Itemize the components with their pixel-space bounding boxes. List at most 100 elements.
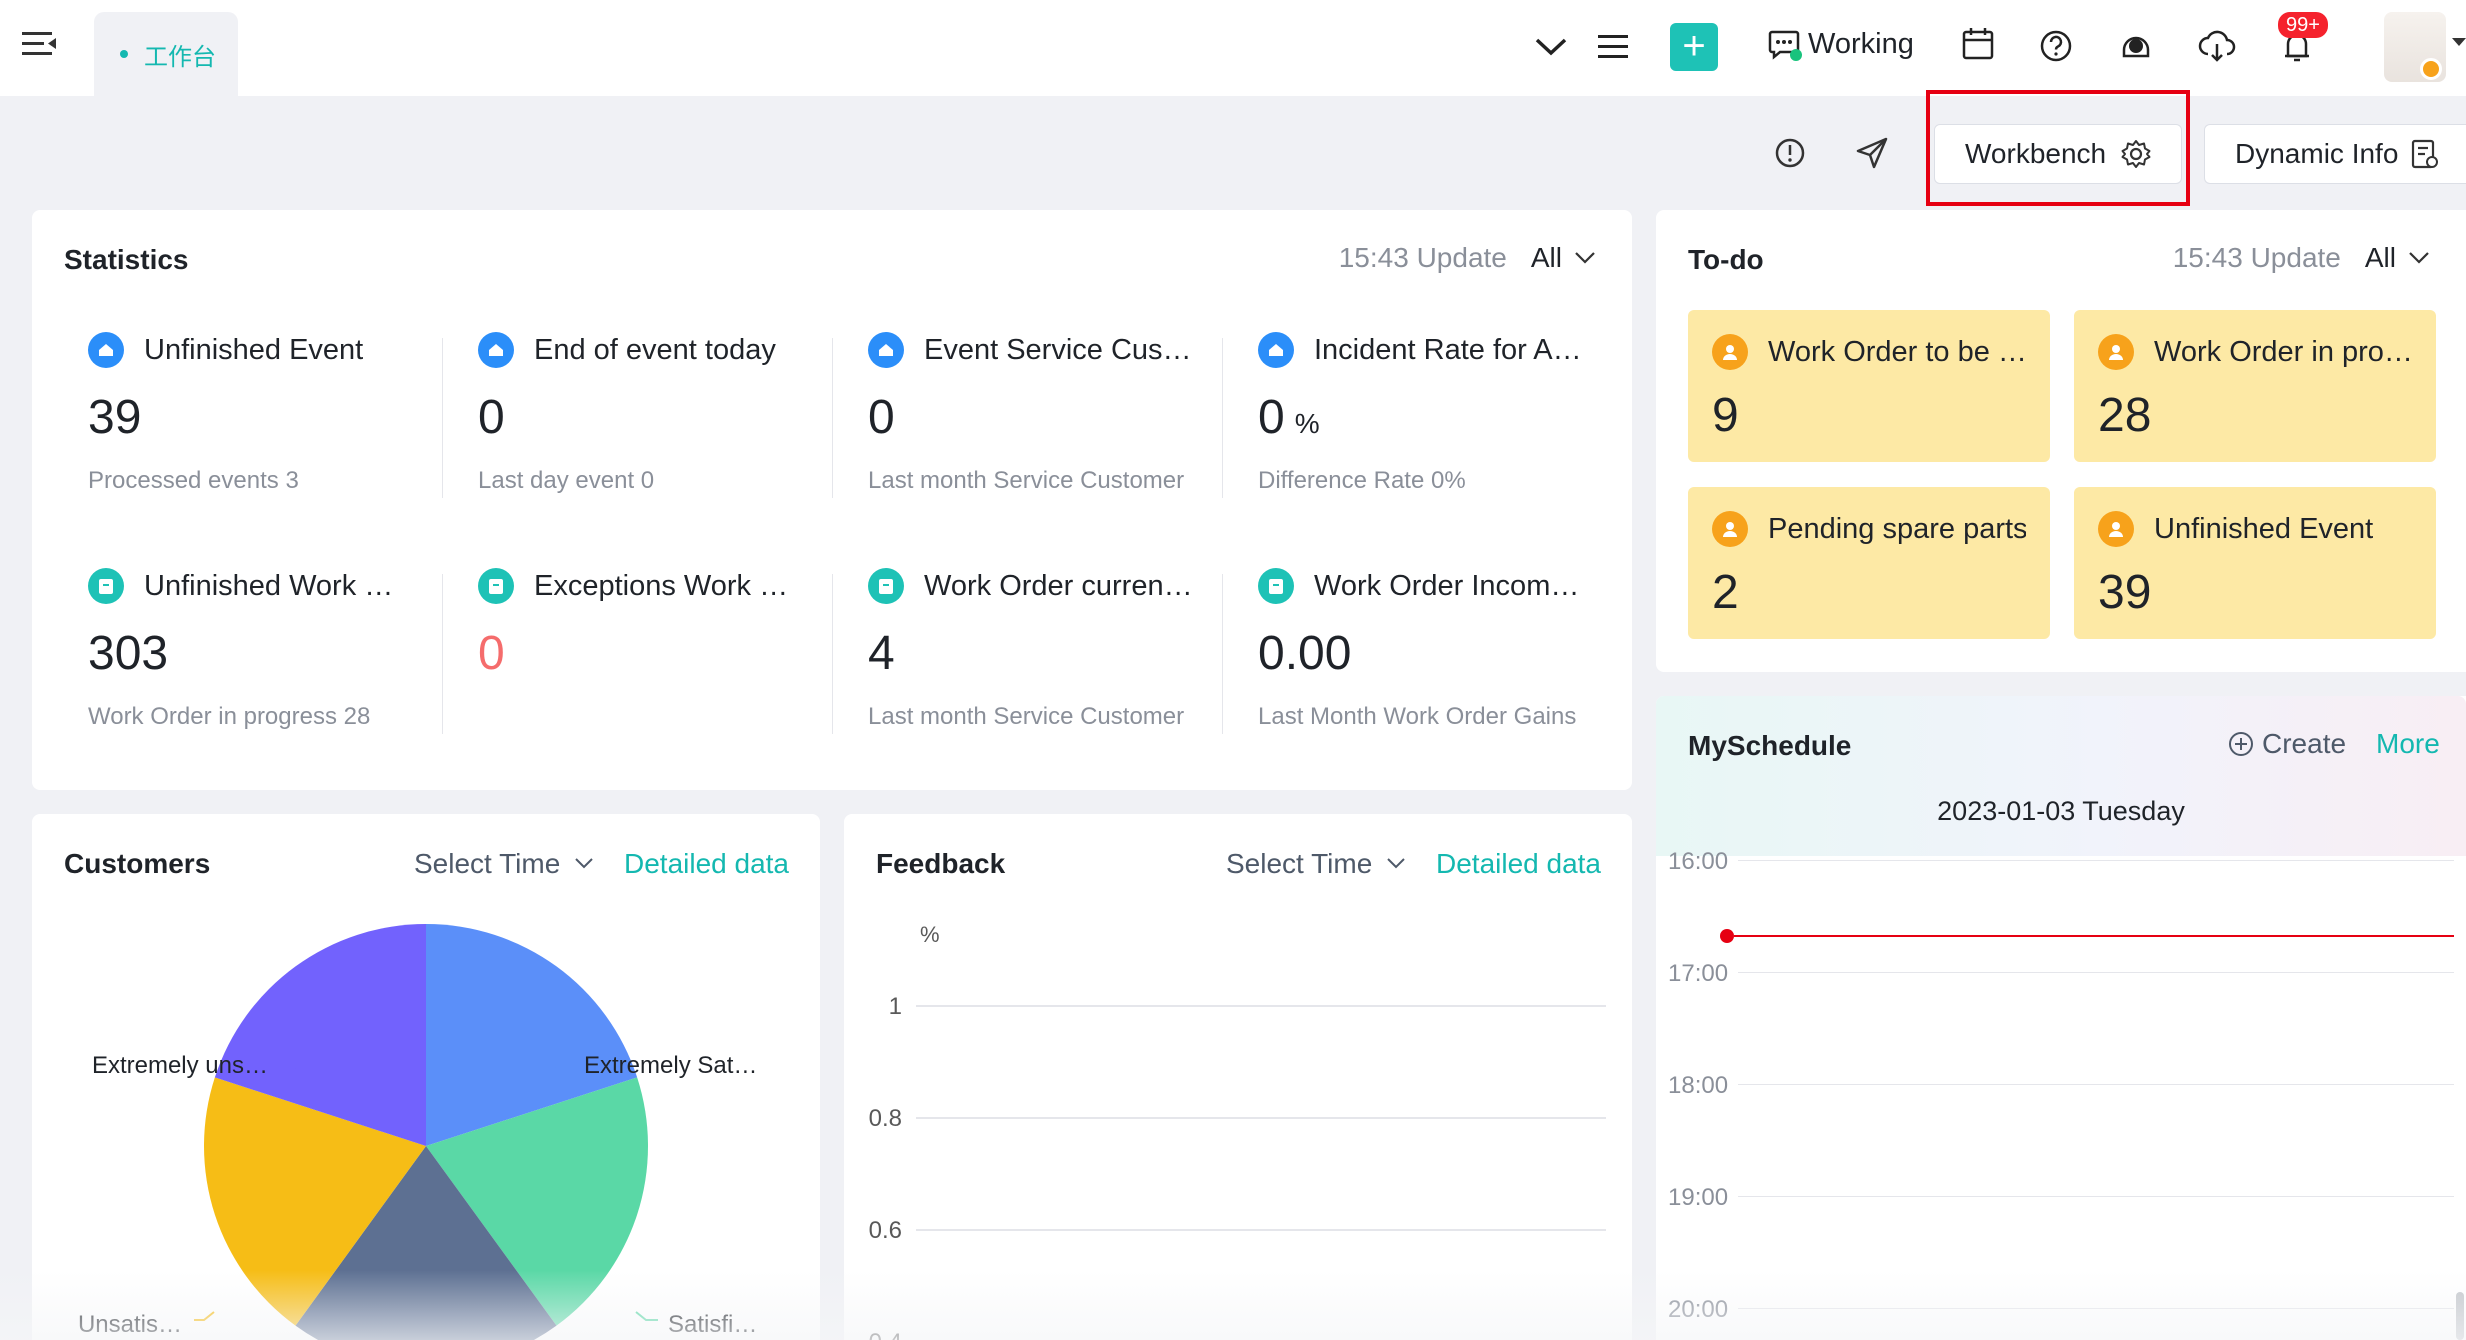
- todo-meta: 15:43 Update All: [2173, 242, 2430, 274]
- todo-title: To-do: [1688, 244, 1764, 275]
- schedule-header-bg: [1656, 696, 2466, 856]
- todo-label: Pending spare parts: [1768, 512, 2026, 545]
- todo-card: To-do 15:43 Update All Work Order to be …: [1656, 210, 2466, 672]
- y-tick-label: 0.6: [869, 1217, 902, 1244]
- stat-item[interactable]: Work Order Incom… 0.00 Last Month Work O…: [1258, 568, 1618, 731]
- y-tick-label: 0.8: [869, 1105, 902, 1132]
- todo-item[interactable]: Work Order to be … 9: [1688, 310, 2050, 462]
- time-gridline: [1738, 1308, 2454, 1309]
- active-tab-dot-icon: [120, 50, 128, 58]
- send-icon[interactable]: [1854, 135, 1890, 171]
- stat-value: 0: [868, 391, 895, 444]
- stat-label: End of event today: [534, 333, 776, 366]
- statistics-update-time: 15:43 Update: [1338, 242, 1507, 273]
- feedback-card: Feedback Select Time Detailed data % 1 0.…: [844, 814, 1632, 1340]
- create-label: Create: [2262, 728, 2347, 759]
- stat-item[interactable]: End of event today 0 Last day event 0: [478, 332, 838, 495]
- schedule-date: 2023-01-03 Tuesday: [1937, 796, 2185, 826]
- todo-value: 2: [1712, 566, 1739, 619]
- divider: [832, 338, 833, 498]
- todo-filter-dropdown[interactable]: All: [2365, 242, 2430, 274]
- user-icon: [2098, 334, 2134, 370]
- y-tick-label: 0.4: [869, 1329, 902, 1340]
- create-button[interactable]: Create: [2228, 728, 2346, 760]
- time-gridline: [1738, 1084, 2454, 1085]
- info-icon[interactable]: [1772, 135, 1808, 171]
- cloud-download-icon[interactable]: [2198, 20, 2236, 72]
- user-icon: [1712, 511, 1748, 547]
- tab-workbench[interactable]: 工作台: [94, 12, 238, 96]
- schedule-title: MySchedule: [1688, 730, 1852, 761]
- avatar-status-dot: [2420, 58, 2442, 80]
- pie-label: Extremely uns…: [92, 1052, 268, 1079]
- stat-sub: Processed events 3: [88, 467, 299, 494]
- chat-status-icon: [1768, 30, 1802, 61]
- dynamic-info-label: Dynamic Info: [2235, 138, 2399, 169]
- home-icon: [868, 332, 904, 368]
- chevron-down-icon: [1387, 858, 1405, 869]
- working-status[interactable]: Working: [1766, 26, 1914, 62]
- stat-value: 303: [88, 627, 169, 680]
- stat-label: Event Service Cus…: [924, 333, 1192, 366]
- collapse-menu-icon[interactable]: [20, 26, 60, 66]
- stat-value: 0: [1258, 391, 1285, 444]
- tab-label: 工作台: [144, 43, 216, 71]
- current-time-dot: [1720, 929, 1734, 943]
- customers-pie-chart: Extremely uns… Extremely Sat… Unsatis… S…: [78, 924, 757, 1340]
- divider: [442, 338, 443, 498]
- stat-value: 39: [88, 391, 142, 444]
- more-link[interactable]: More: [2376, 728, 2440, 760]
- pie-leader-line: [635, 1311, 658, 1321]
- stat-item[interactable]: Unfinished Work … 303 Work Order in prog…: [88, 568, 448, 731]
- annotation-highlight-box: [1926, 90, 2190, 206]
- select-time-label: Select Time: [1226, 848, 1373, 879]
- todo-item[interactable]: Unfinished Event 39: [2074, 487, 2436, 639]
- document-settings-icon: [2412, 139, 2439, 169]
- stat-label: Incident Rate for A…: [1314, 333, 1582, 366]
- feedback-select-time[interactable]: Select Time: [1226, 848, 1406, 880]
- chevron-down-icon[interactable]: [1534, 20, 1568, 72]
- help-icon[interactable]: [2038, 20, 2074, 72]
- time-gridline: [1738, 972, 2454, 973]
- todo-item[interactable]: Work Order in pro… 28: [2074, 310, 2436, 462]
- chevron-down-icon: [575, 858, 593, 869]
- customers-detail-link[interactable]: Detailed data: [624, 848, 789, 880]
- divider: [1222, 574, 1223, 734]
- calendar-icon[interactable]: [1960, 20, 1996, 72]
- divider: [832, 574, 833, 734]
- stat-item[interactable]: Work Order curren… 4 Last month Service …: [868, 568, 1228, 731]
- time-label: 20:00: [1668, 1296, 1729, 1323]
- statistics-filter-label: All: [1530, 242, 1562, 273]
- statistics-filter-dropdown[interactable]: All: [1531, 242, 1596, 274]
- hamburger-menu-icon[interactable]: [1596, 20, 1630, 72]
- customers-card: Customers Select Time Detailed data Extr…: [32, 814, 820, 1340]
- plus-circle-icon: [2229, 732, 2253, 756]
- current-time-line: [1734, 935, 2454, 937]
- y-tick-label: 1: [889, 993, 902, 1020]
- stat-value: 4: [868, 627, 895, 680]
- schedule-scrollbar[interactable]: [2456, 1292, 2464, 1340]
- chevron-down-icon: [1575, 252, 1595, 264]
- notification-badge: 99+: [2278, 12, 2328, 38]
- customers-select-time[interactable]: Select Time: [414, 848, 594, 880]
- stat-sub: Difference Rate 0%: [1258, 467, 1466, 494]
- feedback-detail-link[interactable]: Detailed data: [1436, 848, 1601, 880]
- add-button[interactable]: +: [1670, 23, 1718, 71]
- avatar-caret-icon[interactable]: [2452, 38, 2466, 46]
- todo-item[interactable]: Pending spare parts 2: [1688, 487, 2050, 639]
- stat-item[interactable]: Exceptions Work … 0: [478, 568, 838, 703]
- stat-unit: %: [1294, 408, 1320, 439]
- divider: [1222, 338, 1223, 498]
- stat-item[interactable]: Unfinished Event 39 Processed events 3: [88, 332, 448, 495]
- feedback-title: Feedback: [876, 848, 1006, 879]
- stat-item[interactable]: Incident Rate for A… 0% Difference Rate …: [1258, 332, 1618, 495]
- time-label: 18:00: [1668, 1072, 1729, 1099]
- user-icon: [2098, 511, 2134, 547]
- stat-item[interactable]: Event Service Cus… 0 Last month Service …: [868, 332, 1228, 495]
- customer-service-icon[interactable]: [2118, 20, 2154, 72]
- select-time-label: Select Time: [414, 848, 561, 879]
- stat-label: Unfinished Work …: [144, 569, 394, 602]
- time-gridline: [1738, 1196, 2454, 1197]
- stat-sub: Work Order in progress 28: [88, 703, 371, 730]
- dynamic-info-button[interactable]: Dynamic Info: [2204, 124, 2466, 184]
